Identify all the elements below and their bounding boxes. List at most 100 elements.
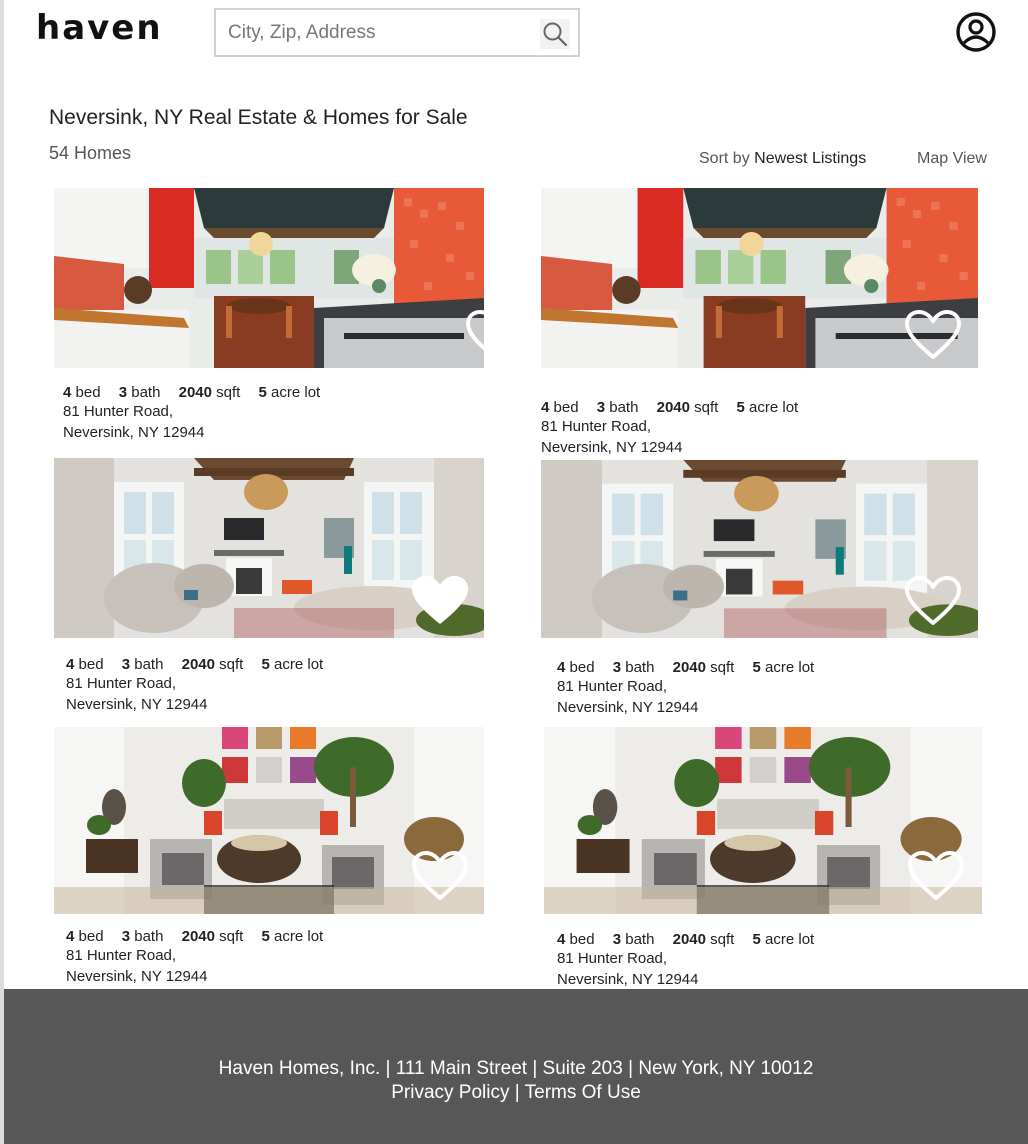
listing-card[interactable]: 4 bed 3 bath 2040 sqft 5 acre lot 81 Hun… xyxy=(541,460,998,716)
sqft-label: sqft xyxy=(694,399,719,416)
sqft-label: sqft xyxy=(219,656,244,673)
sqft-value: 2040 xyxy=(178,384,212,401)
beds-label: bed xyxy=(553,399,579,416)
sqft-label: sqft xyxy=(216,384,241,401)
listing-card[interactable]: 4 bed 3 bath 2040 sqft 5 acre lot 81 Hun… xyxy=(54,458,504,713)
listing-address: 81 Hunter Road, Neversink, NY 12944 xyxy=(557,948,698,990)
listing-photo-image xyxy=(54,188,484,368)
baths-label: bath xyxy=(131,384,161,401)
beds-value: 4 xyxy=(66,656,75,673)
baths-stat: 3 bath xyxy=(119,384,161,401)
sqft-value: 2040 xyxy=(656,399,690,416)
footer-links: Privacy Policy | Terms Of Use xyxy=(4,1082,1028,1104)
sqft-stat: 2040 sqft xyxy=(657,399,719,416)
heart-outline-icon xyxy=(908,851,964,900)
sqft-stat: 2040 sqft xyxy=(182,928,244,945)
footer: Haven Homes, Inc. | 111 Main Street | Su… xyxy=(4,989,1028,1144)
address-street: 81 Hunter Road, xyxy=(66,947,177,964)
lot-value: 5 xyxy=(736,399,745,416)
baths-stat: 3 bath xyxy=(597,399,639,416)
beds-label: bed xyxy=(569,931,595,948)
beds-label: bed xyxy=(569,659,595,676)
lot-label: acre lot xyxy=(765,659,815,676)
lot-label: acre lot xyxy=(765,931,815,948)
listing-card[interactable]: 4 bed 3 bath 2040 sqft 5 acre lot 81 Hun… xyxy=(544,727,1002,988)
listing-stats: 4 bed 3 bath 2040 sqft 5 acre lot xyxy=(541,399,812,416)
lot-stat: 5 acre lot xyxy=(753,659,815,676)
terms-of-use-link[interactable]: Terms Of Use xyxy=(525,1082,641,1103)
favorite-button[interactable] xyxy=(464,308,524,362)
heart-outline-icon xyxy=(905,310,961,359)
heart-outline-icon xyxy=(466,310,522,359)
favorite-button[interactable] xyxy=(903,308,963,362)
page-title: Neversink, NY Real Estate & Homes for Sa… xyxy=(49,106,468,129)
listing-address: 81 Hunter Road, Neversink, NY 12944 xyxy=(66,945,207,987)
sqft-value: 2040 xyxy=(181,656,215,673)
sqft-stat: 2040 sqft xyxy=(673,931,735,948)
footer-company-info: Haven Homes, Inc. | 111 Main Street | Su… xyxy=(218,1058,814,1079)
baths-stat: 3 bath xyxy=(613,659,655,676)
baths-label: bath xyxy=(625,931,655,948)
lot-stat: 5 acre lot xyxy=(259,384,321,401)
listing-card[interactable]: 4 bed 3 bath 2040 sqft 5 acre lot 81 Hun… xyxy=(541,188,998,456)
listing-address: 81 Hunter Road, Neversink, NY 12944 xyxy=(541,416,682,458)
baths-label: bath xyxy=(134,656,164,673)
favorite-button[interactable] xyxy=(410,574,470,628)
beds-value: 4 xyxy=(66,928,75,945)
search-bar[interactable] xyxy=(214,8,580,57)
baths-stat: 3 bath xyxy=(122,928,164,945)
address-city: Neversink, NY 12944 xyxy=(557,971,699,988)
address-city: Neversink, NY 12944 xyxy=(541,439,683,456)
listing-card[interactable]: 4 bed 3 bath 2040 sqft 5 acre lot 81 Hun… xyxy=(54,188,522,441)
baths-label: bath xyxy=(134,928,164,945)
privacy-policy-link[interactable]: Privacy Policy xyxy=(391,1082,509,1103)
lot-label: acre lot xyxy=(271,384,321,401)
haven-logo[interactable]: haven xyxy=(36,8,163,48)
sqft-value: 2040 xyxy=(672,931,706,948)
sort-dropdown[interactable]: Sort by Newest Listings xyxy=(699,150,866,168)
map-view-link[interactable]: Map View xyxy=(917,150,987,168)
baths-stat: 3 bath xyxy=(122,656,164,673)
account-icon[interactable] xyxy=(955,11,997,53)
baths-value: 3 xyxy=(596,399,606,416)
lot-value: 5 xyxy=(752,931,761,948)
beds-value: 4 xyxy=(557,931,566,948)
listing-address: 81 Hunter Road, Neversink, NY 12944 xyxy=(557,676,698,718)
lot-label: acre lot xyxy=(274,928,324,945)
address-city: Neversink, NY 12944 xyxy=(66,968,208,985)
beds-stat: 4 bed xyxy=(66,928,104,945)
search-icon xyxy=(543,22,568,47)
baths-value: 3 xyxy=(118,384,128,401)
beds-stat: 4 bed xyxy=(66,656,104,673)
lot-stat: 5 acre lot xyxy=(262,656,324,673)
sqft-value: 2040 xyxy=(181,928,215,945)
lot-label: acre lot xyxy=(749,399,799,416)
sqft-value: 2040 xyxy=(672,659,706,676)
sort-value: Newest Listings xyxy=(754,150,867,167)
search-input[interactable] xyxy=(216,10,526,55)
beds-value: 4 xyxy=(63,384,72,401)
listing-stats: 4 bed 3 bath 2040 sqft 5 acre lot xyxy=(557,931,828,948)
sqft-stat: 2040 sqft xyxy=(182,656,244,673)
favorite-button[interactable] xyxy=(410,849,470,903)
baths-label: bath xyxy=(609,399,639,416)
address-street: 81 Hunter Road, xyxy=(541,418,652,435)
listing-stats: 4 bed 3 bath 2040 sqft 5 acre lot xyxy=(66,928,337,945)
beds-value: 4 xyxy=(557,659,566,676)
baths-value: 3 xyxy=(121,928,131,945)
sort-label: Sort by xyxy=(699,150,750,167)
listing-card[interactable]: 4 bed 3 bath 2040 sqft 5 acre lot 81 Hun… xyxy=(54,727,504,985)
address-street: 81 Hunter Road, xyxy=(557,950,668,967)
lot-stat: 5 acre lot xyxy=(737,399,799,416)
listing-stats: 4 bed 3 bath 2040 sqft 5 acre lot xyxy=(557,659,828,676)
address-city: Neversink, NY 12944 xyxy=(63,424,205,441)
favorite-button[interactable] xyxy=(906,849,966,903)
listing-address: 81 Hunter Road, Neversink, NY 12944 xyxy=(63,401,204,443)
beds-stat: 4 bed xyxy=(557,931,595,948)
address-city: Neversink, NY 12944 xyxy=(557,699,699,716)
listing-photo[interactable] xyxy=(54,188,484,368)
favorite-button[interactable] xyxy=(903,574,963,628)
beds-label: bed xyxy=(78,656,104,673)
heart-outline-icon xyxy=(412,851,468,900)
search-button[interactable] xyxy=(540,19,570,49)
